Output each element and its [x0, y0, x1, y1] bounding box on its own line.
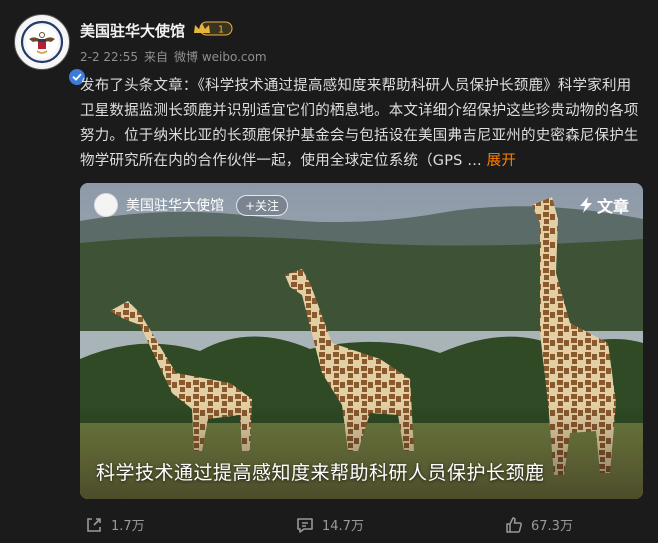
- comment-count: 14.7万: [322, 519, 364, 534]
- author-name[interactable]: 美国驻华大使馆: [80, 20, 185, 41]
- like-icon: [506, 516, 522, 533]
- giraffe-photo: [80, 183, 643, 499]
- post-text: 发布了头条文章：《科学技术通过提高感知度来帮助科研人员保护长颈鹿》科学家利用卫星…: [80, 74, 645, 174]
- card-avatar[interactable]: [94, 193, 118, 217]
- lightning-icon: [579, 197, 592, 213]
- share-icon: [87, 517, 101, 532]
- expand-link[interactable]: 展开: [487, 153, 516, 169]
- like-count: 67.3万: [531, 519, 573, 534]
- ellipsis: ...: [462, 153, 487, 169]
- share-button[interactable]: 1.7万: [85, 515, 145, 534]
- embassy-seal-icon: [17, 17, 67, 67]
- card-title[interactable]: 科学技术通过提高感知度来帮助科研人员保护长颈鹿: [96, 458, 545, 485]
- action-bar: 1.7万 14.7万 67.3万: [0, 515, 658, 535]
- follow-button[interactable]: +关注: [236, 194, 289, 216]
- share-count: 1.7万: [111, 519, 145, 534]
- source-prefix: 来自: [144, 50, 169, 64]
- article-label: 文章: [596, 197, 629, 216]
- article-tag: 文章: [579, 193, 629, 217]
- article-card[interactable]: 美国驻华大使馆 +关注 文章 科学技术通过提高感知度来帮助科研人员保护长颈鹿: [80, 183, 643, 499]
- like-button[interactable]: 67.3万: [505, 515, 573, 534]
- card-header: 美国驻华大使馆 +关注: [94, 193, 289, 217]
- avatar[interactable]: [14, 14, 87, 87]
- card-author-name[interactable]: 美国驻华大使馆: [126, 195, 224, 215]
- comment-icon: [297, 517, 313, 533]
- comment-button[interactable]: 14.7万: [296, 515, 364, 534]
- post-source[interactable]: 微博 weibo.com: [174, 50, 267, 64]
- post-body: 发布了头条文章：《科学技术通过提高感知度来帮助科研人员保护长颈鹿》科学家利用卫星…: [80, 78, 639, 169]
- post-meta: 2-2 22:55 来自 微博 weibo.com: [80, 48, 273, 65]
- crown-badge-icon: 1: [194, 21, 233, 36]
- badge-level: 1: [218, 24, 224, 35]
- post-date[interactable]: 2-2 22:55: [80, 50, 138, 64]
